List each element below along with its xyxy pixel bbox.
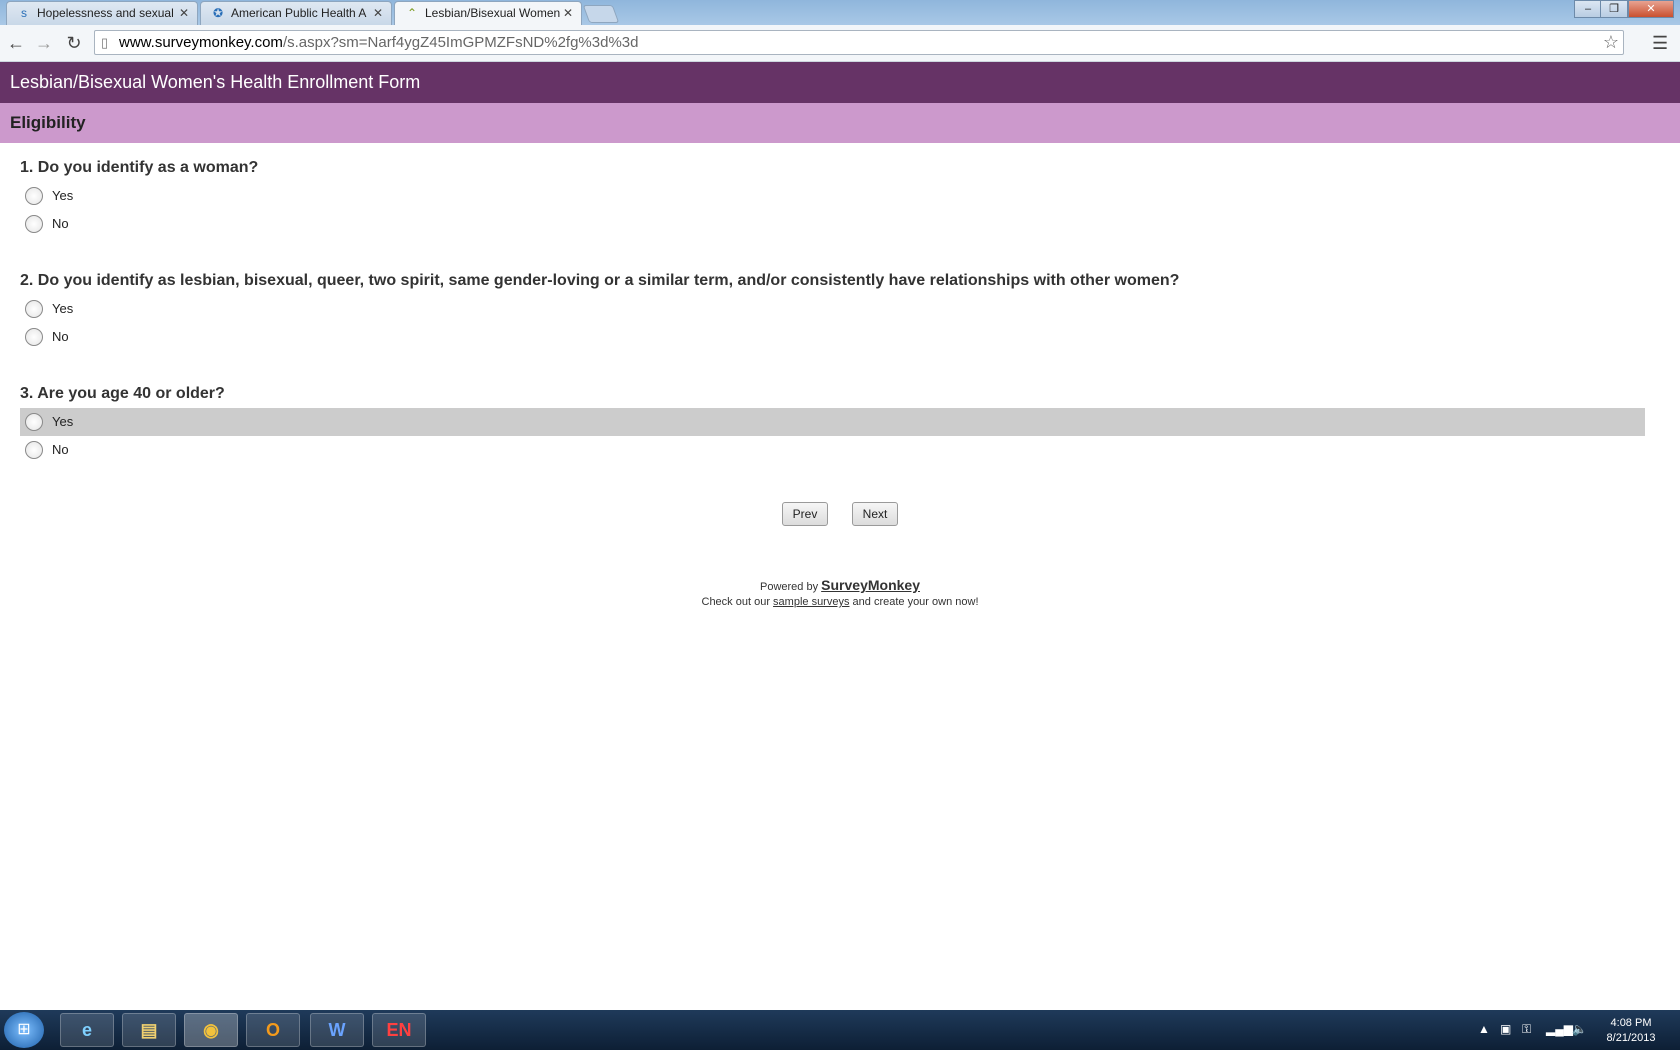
back-icon[interactable]: ←	[4, 31, 28, 55]
tray-security-icon[interactable]: ⚿	[1522, 1022, 1531, 1037]
option-label: Yes	[52, 301, 74, 316]
tab-hopelessness[interactable]: s Hopelessness and sexual ✕	[6, 1, 198, 25]
sample-surveys-link[interactable]: sample surveys	[773, 596, 849, 608]
option-no[interactable]: No	[20, 210, 1645, 238]
outlook-icon[interactable]: O	[246, 1013, 300, 1047]
option-yes[interactable]: Yes	[20, 295, 1645, 323]
internet-explorer-icon[interactable]: e	[60, 1013, 114, 1047]
option-no[interactable]: No	[20, 323, 1645, 351]
tab-title: American Public Health A	[231, 6, 367, 20]
option-label: Yes	[52, 188, 74, 203]
tab-favicon-icon: s	[21, 6, 27, 20]
tray-device-icon[interactable]: ▣	[1500, 1022, 1511, 1036]
survey-footer: Powered by SurveyMonkey Check out our sa…	[0, 578, 1680, 610]
endnote-icon[interactable]: EN	[372, 1013, 426, 1047]
question-1: 1. Do you identify as a woman? Yes No	[20, 156, 1645, 238]
tray-volume-icon[interactable]: 🔈	[1572, 1022, 1587, 1036]
question-label: 1. Do you identify as a woman?	[20, 159, 259, 176]
next-button[interactable]: Next	[852, 502, 898, 526]
tab-favicon-icon: ⌃	[406, 6, 418, 20]
reload-icon[interactable]: ↻	[62, 31, 86, 55]
tab-title: Lesbian/Bisexual Women	[425, 6, 561, 20]
chrome-icon[interactable]: ◉	[184, 1013, 238, 1047]
bookmark-star-icon[interactable]: ☆	[1603, 31, 1619, 54]
option-yes[interactable]: Yes	[20, 182, 1645, 210]
option-yes[interactable]: Yes	[20, 408, 1645, 436]
radio-button[interactable]	[25, 215, 43, 233]
tab-apha[interactable]: ✪ American Public Health A ✕	[200, 1, 392, 25]
survey-title: Lesbian/Bisexual Women's Health Enrollme…	[0, 62, 1680, 103]
url-path: /s.aspx?sm=Narf4ygZ45ImGPMZFsND%2fg%3d%3…	[282, 34, 639, 51]
powered-by-text: Powered by	[760, 581, 819, 593]
close-window-button[interactable]: ✕	[1628, 0, 1674, 18]
page-icon: ▯	[101, 35, 109, 50]
word-icon[interactable]: W	[310, 1013, 364, 1047]
minimize-button[interactable]: –	[1574, 0, 1602, 18]
prev-button[interactable]: Prev	[782, 502, 828, 526]
close-tab-icon[interactable]: ✕	[373, 2, 383, 25]
option-label: No	[52, 442, 69, 457]
tray-expand-icon[interactable]: ▲	[1478, 1022, 1490, 1036]
question-label: 3. Are you age 40 or older?	[20, 385, 225, 402]
question-3: 3. Are you age 40 or older? Yes No	[20, 382, 1645, 464]
option-label: No	[52, 216, 69, 231]
option-label: No	[52, 329, 69, 344]
footer-text-suffix: and create your own now!	[852, 596, 979, 608]
address-bar[interactable]: ▯ www.surveymonkey.com/s.aspx?sm=Narf4yg…	[94, 30, 1624, 55]
page-title: Eligibility	[0, 103, 1680, 143]
clock-date: 8/21/2013	[1606, 1032, 1656, 1044]
radio-button[interactable]	[25, 413, 43, 431]
option-no[interactable]: No	[20, 436, 1645, 464]
maximize-button[interactable]: ❐	[1600, 0, 1628, 18]
close-tab-icon[interactable]: ✕	[563, 2, 573, 25]
radio-button[interactable]	[25, 300, 43, 318]
question-2: 2. Do you identify as lesbian, bisexual,…	[20, 269, 1645, 351]
radio-button[interactable]	[25, 441, 43, 459]
taskbar-clock[interactable]: 4:08 PM 8/21/2013	[1598, 1016, 1664, 1046]
start-button[interactable]: ⊞	[4, 1012, 44, 1048]
option-label: Yes	[52, 414, 74, 429]
tab-favicon-icon: ✪	[212, 6, 224, 20]
radio-button[interactable]	[25, 328, 43, 346]
browser-toolbar: ← → ↻ ▯ www.surveymonkey.com/s.aspx?sm=N…	[0, 25, 1680, 62]
file-explorer-icon[interactable]: ▤	[122, 1013, 176, 1047]
tray-network-icon[interactable]: ▂▄▆	[1546, 1022, 1573, 1036]
browser-tab-strip: s Hopelessness and sexual ✕ ✪ American P…	[0, 0, 1680, 25]
question-label: 2. Do you identify as lesbian, bisexual,…	[20, 272, 1180, 289]
close-tab-icon[interactable]: ✕	[179, 2, 189, 25]
url-host: www.surveymonkey.com	[119, 34, 283, 51]
new-tab-button[interactable]	[582, 5, 620, 23]
surveymonkey-link[interactable]: SurveyMonkey	[821, 577, 920, 593]
radio-button[interactable]	[25, 187, 43, 205]
clock-time: 4:08 PM	[1610, 1017, 1652, 1029]
browser-menu-icon[interactable]: ☰	[1652, 33, 1668, 54]
tab-title: Hopelessness and sexual	[37, 6, 173, 20]
tab-lbwh[interactable]: ⌃ Lesbian/Bisexual Women ✕	[394, 1, 582, 25]
windows-taskbar: ⊞ e ▤ ◉ O W EN ▲ ▣ ⚿ ▂▄▆ 🔈 4:08 PM 8/21/…	[0, 1010, 1680, 1050]
footer-text-prefix: Check out our	[701, 596, 770, 608]
forward-icon[interactable]: →	[32, 31, 56, 55]
